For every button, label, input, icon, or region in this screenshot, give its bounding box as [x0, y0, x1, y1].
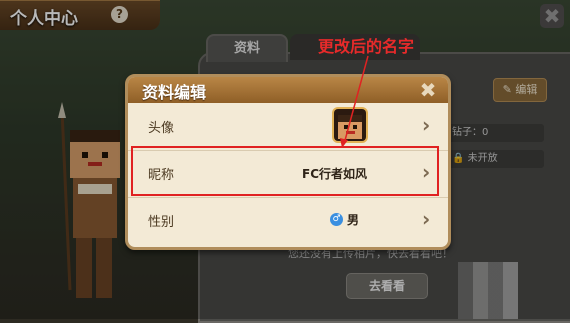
annotation-label: 更改后的名字: [318, 37, 415, 56]
annotation-arrow: [340, 55, 369, 148]
